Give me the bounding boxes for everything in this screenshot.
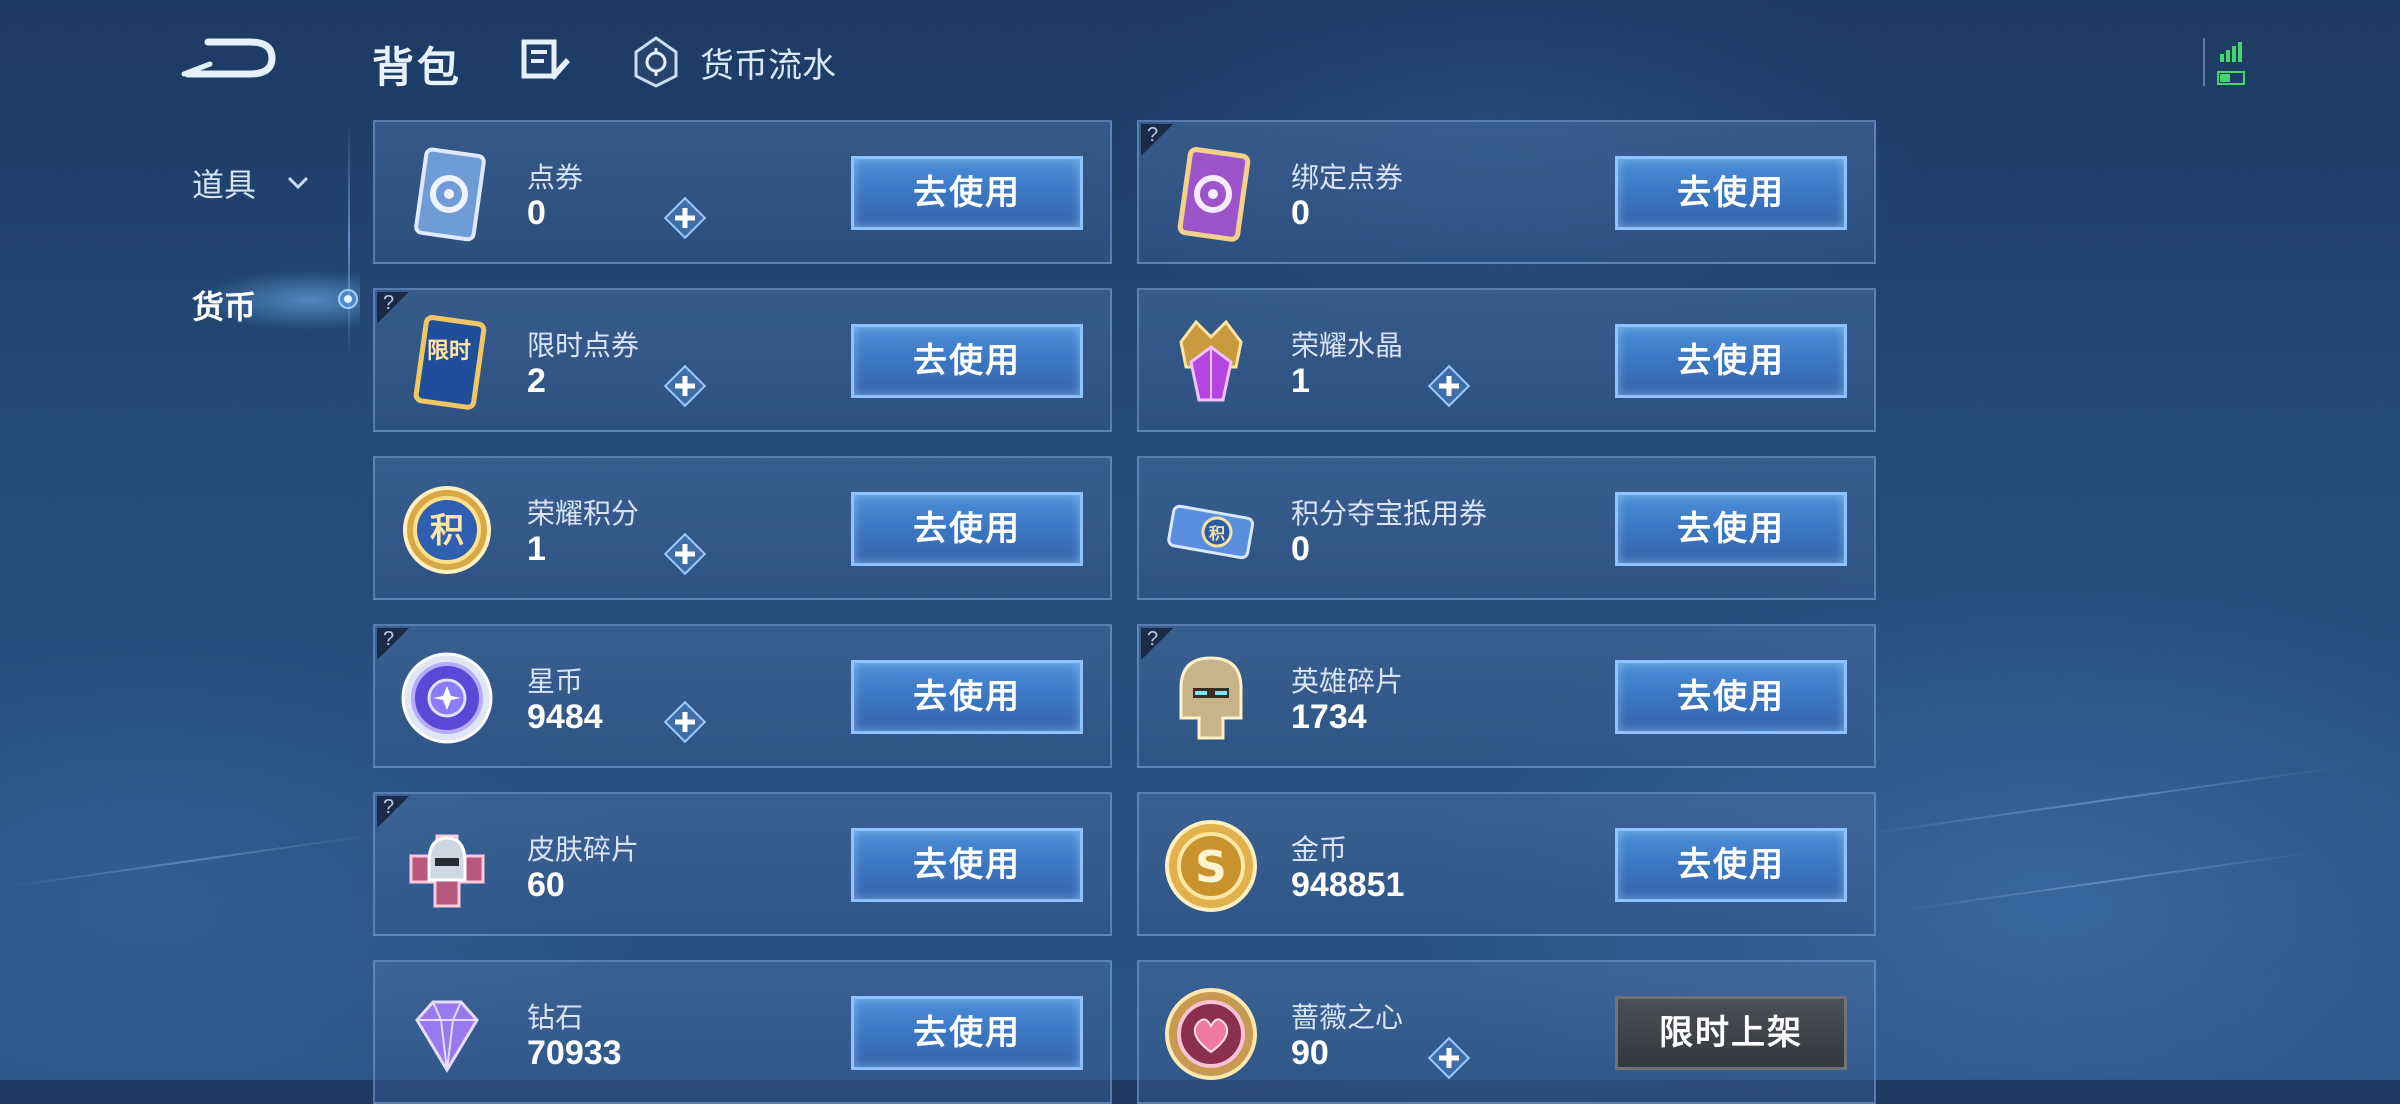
currency-name: 绑定点券: [1291, 162, 1404, 193]
currency-card-bound-coupon: ? 绑定点券 0 去使用: [1137, 120, 1876, 264]
currency-flow-button[interactable]: 货币流水: [628, 34, 836, 90]
rose-heart-icon: [1165, 988, 1257, 1080]
currency-name: 荣耀积分: [527, 498, 640, 529]
currency-value: 0: [1291, 530, 1310, 568]
currency-card-gold-coin: S 金币 948851 去使用: [1137, 792, 1876, 936]
currency-name: 蔷薇之心: [1291, 1002, 1404, 1033]
currency-card-coupon: 点券 0 去使用: [373, 120, 1112, 264]
background-streak: [1901, 850, 2319, 912]
points-icon: 积: [403, 486, 491, 574]
add-button-plus-icon[interactable]: [1425, 1034, 1473, 1082]
currency-card-diamond: 钻石 70933 去使用: [373, 960, 1112, 1104]
star-coin-icon: [401, 652, 493, 744]
use-button[interactable]: 去使用: [1615, 660, 1847, 734]
currency-value: 0: [527, 194, 546, 232]
currency-flow-icon: [634, 36, 678, 88]
use-button[interactable]: 去使用: [851, 324, 1083, 398]
skin-shard-icon: [409, 834, 485, 908]
currency-value: 9484: [527, 698, 603, 736]
background-streak: [1852, 765, 2348, 837]
currency-value: 90: [1291, 1034, 1329, 1072]
add-button-plus-icon[interactable]: [661, 530, 709, 578]
currency-name: 限时点券: [527, 330, 640, 361]
currency-card-rose-heart: 蔷薇之心 90 限时上架: [1137, 960, 1876, 1104]
gold-coin-icon: S: [1165, 820, 1257, 912]
add-button-plus-icon[interactable]: [1425, 362, 1473, 410]
back-button[interactable]: [180, 34, 280, 84]
gold-coin-letter: S: [1195, 842, 1227, 893]
back-arrow-icon: [181, 38, 276, 78]
diamond-icon: [415, 1000, 479, 1073]
currency-card-hero-shard: ? 英雄碎片 1734 去使用: [1137, 624, 1876, 768]
add-button-plus-icon[interactable]: [661, 362, 709, 410]
currency-name: 荣耀水晶: [1291, 330, 1404, 361]
use-button[interactable]: 去使用: [851, 492, 1083, 566]
currency-value: 1734: [1291, 698, 1367, 736]
sidebar-item-currency[interactable]: 货币: [130, 250, 360, 350]
currency-name: 点券: [527, 162, 584, 193]
use-button[interactable]: 去使用: [851, 156, 1083, 230]
currency-card-honor-points: 积 荣耀积分 1 去使用: [373, 456, 1112, 600]
sidebar-item-label: 道具: [192, 167, 257, 203]
limited-coupon-icon: 限时: [413, 315, 487, 410]
currency-card-skin-shard: ? 皮肤碎片 60 去使用: [373, 792, 1112, 936]
use-button[interactable]: 去使用: [1615, 828, 1847, 902]
currency-card-star-coin: ? 星币 9484 去使用: [373, 624, 1112, 768]
currency-flow-label: 货币流水: [700, 46, 836, 85]
currency-name: 英雄碎片: [1291, 666, 1404, 697]
use-button[interactable]: 去使用: [851, 996, 1083, 1070]
add-button-plus-icon[interactable]: [661, 194, 709, 242]
edit-icon[interactable]: [520, 36, 572, 86]
use-button[interactable]: 去使用: [851, 660, 1083, 734]
currency-value: 60: [527, 866, 565, 904]
points-badge-text: 积: [430, 511, 464, 551]
currency-card-honor-crystal: 荣耀水晶 1 去使用: [1137, 288, 1876, 432]
chevron-down-icon: [287, 176, 309, 190]
currency-name: 钻石: [527, 1002, 584, 1033]
currency-name: 积分夺宝抵用券: [1291, 498, 1488, 529]
hero-shard-icon: [1179, 656, 1243, 740]
use-button[interactable]: 去使用: [1615, 492, 1847, 566]
use-button[interactable]: 去使用: [1615, 156, 1847, 230]
sidebar-item-label: 货币: [192, 289, 257, 325]
bound-coupon-icon: [1177, 147, 1251, 242]
currency-card-treasure-voucher: 积 积分夺宝抵用券 0 去使用: [1137, 456, 1876, 600]
crystal-icon: [1179, 319, 1243, 402]
limited-listing-button[interactable]: 限时上架: [1615, 996, 1847, 1070]
currency-value: 70933: [527, 1034, 622, 1072]
sidebar-item-props[interactable]: 道具: [192, 160, 310, 206]
selection-indicator: [338, 289, 358, 309]
currency-value: 1: [527, 530, 546, 568]
add-button-plus-icon[interactable]: [661, 698, 709, 746]
use-button[interactable]: 去使用: [851, 828, 1083, 902]
points-badge-text: 积: [1209, 524, 1225, 543]
currency-value: 1: [1291, 362, 1310, 400]
currency-value: 948851: [1291, 866, 1405, 904]
currency-name: 星币: [527, 666, 584, 697]
currency-value: 2: [527, 362, 546, 400]
use-button[interactable]: 去使用: [1615, 324, 1847, 398]
background-streak: [1, 833, 379, 889]
treasure-voucher-icon: 积: [1167, 504, 1255, 560]
currency-value: 0: [1291, 194, 1310, 232]
page-title: 背包: [372, 44, 463, 91]
limited-badge-text: 限时: [427, 339, 471, 364]
network-status-icon: [2200, 36, 2250, 92]
currency-name: 皮肤碎片: [527, 834, 640, 865]
currency-card-limited-coupon: ? 限时 限时点券 2 去使用: [373, 288, 1112, 432]
coupon-icon: [414, 147, 486, 242]
currency-name: 金币: [1291, 834, 1348, 865]
